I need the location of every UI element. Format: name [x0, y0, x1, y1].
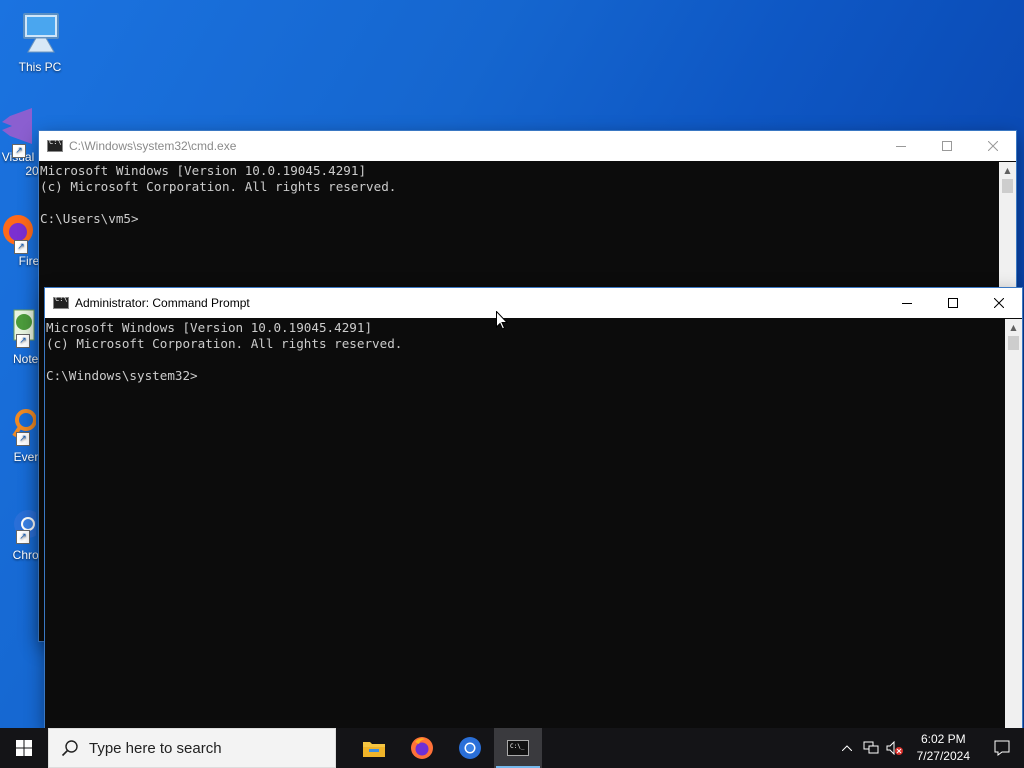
taskbar-chrome[interactable] [446, 728, 494, 768]
taskbar-search-box[interactable]: Type here to search [48, 728, 336, 768]
everything-search-icon: ↗ [0, 406, 37, 446]
minimize-icon [896, 146, 906, 147]
taskbar-file-explorer[interactable] [350, 728, 398, 768]
start-button[interactable] [0, 728, 48, 768]
title-bar[interactable]: C:\Windows\system32\cmd.exe [39, 131, 1016, 161]
taskbar-clock[interactable]: 6:02 PM 7/27/2024 [907, 731, 980, 765]
shortcut-arrow-icon: ↗ [12, 144, 26, 158]
cmd-icon [53, 295, 69, 309]
console-output[interactable]: Microsoft Windows [Version 10.0.19045.42… [45, 319, 1005, 728]
firefox-icon: ↗ [0, 212, 34, 254]
cmd-icon: C:\_ [507, 740, 529, 756]
visual-studio-icon: ↗ [0, 106, 38, 158]
computer-icon [16, 8, 64, 56]
volume-button[interactable] [883, 728, 907, 768]
vertical-scrollbar[interactable]: ▲ [1005, 319, 1022, 728]
desktop-icon-this-pc[interactable]: This PC [0, 8, 80, 74]
close-button[interactable] [970, 131, 1016, 161]
shortcut-arrow-icon: ↗ [16, 334, 30, 348]
window-title: C:\Windows\system32\cmd.exe [69, 139, 237, 153]
windows-logo-icon [16, 740, 32, 756]
taskbar-firefox[interactable] [398, 728, 446, 768]
minimize-button[interactable] [878, 131, 924, 161]
scroll-thumb[interactable] [1002, 179, 1013, 193]
shortcut-arrow-icon: ↗ [16, 530, 30, 544]
title-bar[interactable]: Administrator: Command Prompt [45, 288, 1022, 318]
firefox-icon [411, 737, 433, 759]
volume-muted-icon [886, 741, 903, 755]
minimize-button[interactable] [884, 288, 930, 318]
window-title: Administrator: Command Prompt [75, 296, 250, 310]
close-icon [988, 141, 998, 151]
maximize-icon [942, 141, 952, 151]
chrome-icon: ↗ [0, 504, 42, 544]
file-explorer-icon [363, 742, 385, 757]
search-icon [61, 740, 78, 757]
close-button[interactable] [976, 288, 1022, 318]
action-center-button[interactable] [980, 728, 1024, 768]
taskbar-command-prompt[interactable]: C:\_ [494, 728, 542, 768]
show-hidden-icons-button[interactable] [835, 728, 859, 768]
notepad-plus-plus-icon: ↗ [0, 308, 36, 348]
scroll-up-icon[interactable]: ▲ [1005, 319, 1022, 336]
taskbar: Type here to search C:\_ 6:02 PM 7/27/20… [0, 728, 1024, 768]
clock-date: 7/27/2024 [916, 749, 970, 763]
clock-time: 6:02 PM [920, 732, 966, 746]
minimize-icon [902, 303, 912, 304]
maximize-icon [948, 298, 958, 308]
shortcut-arrow-icon: ↗ [16, 432, 30, 446]
network-icon [863, 741, 879, 754]
svg-text:C:\_: C:\_ [510, 743, 525, 750]
network-button[interactable] [859, 728, 883, 768]
close-icon [994, 298, 1004, 308]
scroll-thumb[interactable] [1008, 336, 1019, 350]
system-tray: 6:02 PM 7/27/2024 [835, 728, 1024, 768]
maximize-button[interactable] [924, 131, 970, 161]
chrome-icon [459, 737, 481, 759]
mouse-cursor-icon [496, 311, 508, 330]
cmd-window-administrator[interactable]: Administrator: Command Prompt Microsoft … [45, 288, 1022, 728]
shortcut-arrow-icon: ↗ [14, 240, 28, 254]
scroll-up-icon[interactable]: ▲ [999, 162, 1016, 179]
desktop-icon-label: This PC [18, 60, 62, 74]
cmd-icon [47, 138, 63, 152]
chevron-up-icon [841, 745, 852, 751]
maximize-button[interactable] [930, 288, 976, 318]
search-placeholder: Type here to search [89, 739, 222, 757]
notification-icon [994, 740, 1010, 756]
